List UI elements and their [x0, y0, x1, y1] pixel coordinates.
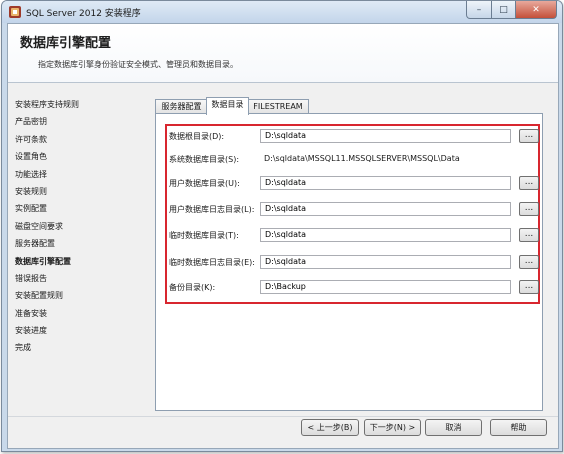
help-button[interactable]: 帮助 [490, 419, 547, 436]
back-button[interactable]: < 上一步(B) [301, 419, 359, 436]
page-description: 指定数据库引擎身份验证安全模式、管理员和数据目录。 [38, 60, 238, 69]
data-root-browse-button[interactable]: ... [519, 129, 539, 143]
nav-step-complete[interactable]: 完成 [15, 339, 155, 356]
nav-step-install-progress[interactable]: 安装进度 [15, 322, 155, 339]
nav-step-install-rules[interactable]: 安装规则 [15, 183, 155, 200]
maximize-icon: □ [499, 4, 508, 15]
user-log-input[interactable] [260, 202, 511, 216]
minimize-button[interactable]: – [466, 1, 492, 19]
backup-browse-button[interactable]: ... [519, 280, 539, 294]
temp-log-label: 临时数据库日志目录(E): [169, 258, 255, 267]
title-bar[interactable]: SQL Server 2012 安装程序 – □ ✕ [2, 1, 562, 23]
nav-step-server-config[interactable]: 服务器配置 [15, 235, 155, 252]
system-db-label: 系统数据库目录(S): [169, 155, 240, 164]
temp-log-browse-button[interactable]: ... [519, 255, 539, 269]
user-db-input[interactable] [260, 176, 511, 190]
nav-step-feature-selection[interactable]: 功能选择 [15, 166, 155, 183]
nav-step-instance-config[interactable]: 实例配置 [15, 200, 155, 217]
nav-step-product-key[interactable]: 产品密钥 [15, 113, 155, 130]
sql-server-app-icon [9, 6, 21, 18]
user-log-browse-button[interactable]: ... [519, 202, 539, 216]
next-button[interactable]: 下一步(N) > [364, 419, 421, 436]
nav-step-ready-to-install[interactable]: 准备安装 [15, 305, 155, 322]
nav-step-setup-role[interactable]: 设置角色 [15, 148, 155, 165]
nav-step-support-rules[interactable]: 安装程序支持规则 [15, 96, 155, 113]
data-root-label: 数据根目录(D): [169, 132, 225, 141]
window-title: SQL Server 2012 安装程序 [26, 9, 141, 19]
temp-db-label: 临时数据库目录(T): [169, 231, 239, 240]
minimize-icon: – [476, 4, 482, 15]
maximize-button[interactable]: □ [492, 1, 516, 19]
backup-label: 备份目录(K): [169, 283, 216, 292]
nav-step-disk-space[interactable]: 磁盘空间要求 [15, 218, 155, 235]
footer-divider [8, 416, 558, 417]
user-db-browse-button[interactable]: ... [519, 176, 539, 190]
nav-step-error-reporting[interactable]: 错误报告 [15, 270, 155, 287]
system-db-value: D:\sqldata\MSSQL11.MSSQLSERVER\MSSQL\Dat… [264, 154, 460, 163]
data-root-input[interactable] [260, 129, 511, 143]
nav-step-license-terms[interactable]: 许可条款 [15, 131, 155, 148]
nav-step-install-config-rules[interactable]: 安装配置规则 [15, 287, 155, 304]
temp-db-browse-button[interactable]: ... [519, 228, 539, 242]
cancel-button[interactable]: 取消 [425, 419, 482, 436]
backup-input[interactable] [260, 280, 511, 294]
temp-log-input[interactable] [260, 255, 511, 269]
temp-db-input[interactable] [260, 228, 511, 242]
tab-filestream[interactable]: FILESTREAM [247, 99, 309, 114]
installer-window: SQL Server 2012 安装程序 – □ ✕ 数据库引擎配置 指定数据库… [1, 0, 563, 452]
user-db-label: 用户数据库目录(U): [169, 179, 240, 188]
tab-server-configuration[interactable]: 服务器配置 [155, 99, 208, 114]
tab-data-directories[interactable]: 数据目录 [206, 97, 249, 115]
window-controls: – □ ✕ [466, 1, 557, 19]
nav-step-db-engine-config[interactable]: 数据库引擎配置 [15, 253, 155, 270]
page-header: 数据库引擎配置 指定数据库引擎身份验证安全模式、管理员和数据目录。 [8, 24, 558, 83]
dialog-client-area: 数据库引擎配置 指定数据库引擎身份验证安全模式、管理员和数据目录。 安装程序支持… [7, 23, 559, 449]
wizard-steps-nav: 安装程序支持规则 产品密钥 许可条款 设置角色 功能选择 安装规则 实例配置 磁… [15, 96, 155, 357]
page-title: 数据库引擎配置 [20, 36, 112, 51]
user-log-label: 用户数据库日志目录(L): [169, 205, 255, 214]
close-button[interactable]: ✕ [516, 1, 557, 19]
close-icon: ✕ [532, 4, 540, 15]
